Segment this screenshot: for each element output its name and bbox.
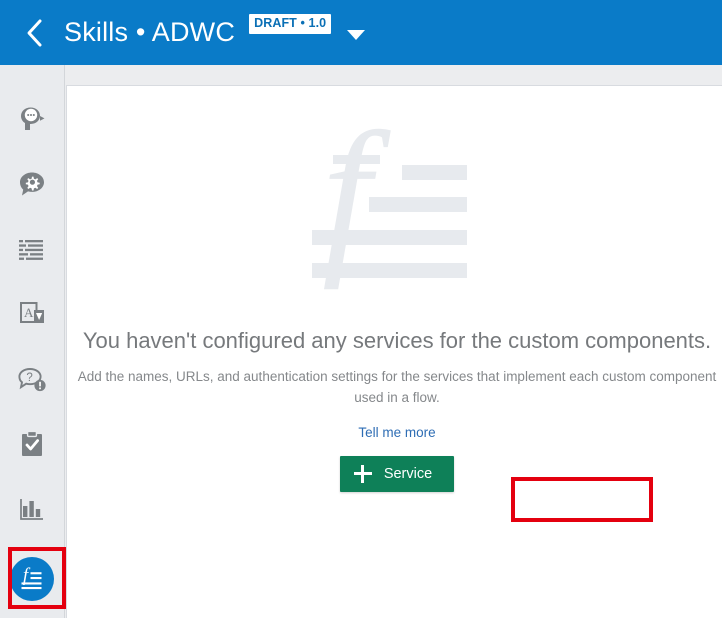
bar-chart-icon <box>17 494 47 524</box>
content-card: f You haven't configured any services fo… <box>66 85 722 618</box>
chevron-left-icon <box>25 18 45 48</box>
question-alert-bubble-icon: ? <box>17 364 47 394</box>
empty-state-heading: You haven't configured any services for … <box>82 328 712 353</box>
active-indicator: f <box>10 557 54 601</box>
head-with-speech-bubble-icon <box>17 104 47 134</box>
sidebar-item-custom-components[interactable]: f <box>0 553 64 605</box>
sidebar-item-tester[interactable] <box>0 418 64 470</box>
sidebar-item-resource-bundles[interactable]: A <box>0 288 64 340</box>
add-service-button[interactable]: Service <box>339 455 455 492</box>
function-lines-icon: f <box>17 564 47 594</box>
add-service-button-label: Service <box>383 465 433 482</box>
text-lines-icon <box>17 234 47 264</box>
status-badge: DRAFT • 1.0 <box>249 14 332 34</box>
gear-speech-bubble-icon <box>17 169 47 199</box>
sidebar-item-intents[interactable] <box>0 93 64 145</box>
page-title: Skills • ADWC <box>64 17 236 47</box>
svg-text:?: ? <box>26 372 32 384</box>
sidebar-item-flows[interactable] <box>0 223 64 275</box>
plus-icon <box>353 464 372 483</box>
body-area: A ? f f You haven't configured any servi… <box>0 65 722 618</box>
sidebar-item-insights[interactable] <box>0 483 64 535</box>
translate-card-icon: A <box>17 299 47 329</box>
tell-me-more-link[interactable]: Tell me more <box>358 425 435 440</box>
caret-down-icon[interactable] <box>347 29 366 40</box>
back-button[interactable] <box>20 16 50 50</box>
svg-text:A: A <box>24 305 34 320</box>
sidebar-item-entities[interactable] <box>0 158 64 210</box>
empty-state: f You haven't configured any services fo… <box>67 86 722 566</box>
app-header: Skills • ADWC DRAFT • 1.0 <box>0 0 722 65</box>
function-document-watermark-icon: f <box>290 104 505 314</box>
sidebar-item-qna[interactable]: ? <box>0 353 64 405</box>
clipboard-check-icon <box>17 429 47 459</box>
application-window: Skills • ADWC DRAFT • 1.0 A ? f f You ha… <box>0 0 722 618</box>
empty-state-subtitle: Add the names, URLs, and authentication … <box>77 369 717 405</box>
sidebar-rail: A ? f <box>0 65 66 618</box>
